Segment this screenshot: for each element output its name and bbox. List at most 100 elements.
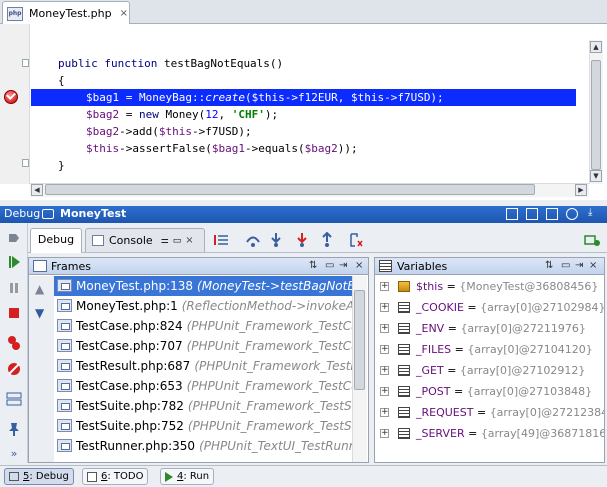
variable-row[interactable]: + _REQUEST = {array[0]@27212384} (376, 402, 604, 423)
force-step-into-icon[interactable] (294, 232, 310, 248)
frames-settings-icon[interactable]: ⇅ (309, 260, 317, 271)
debugger-settings-icon[interactable] (584, 232, 600, 248)
variable-row[interactable]: + $this = {MoneyTest@36808456} (376, 276, 604, 297)
frame-row[interactable]: MoneyTest.php:138(MoneyTest->testBagNotE… (54, 276, 352, 296)
settings-gear-icon[interactable] (566, 208, 578, 220)
variable-value: {array[0]@27211976} (460, 322, 586, 335)
step-out-icon[interactable] (319, 232, 335, 248)
code-line[interactable]: } (58, 157, 65, 174)
variable-row[interactable]: + _FILES = {array[0]@27104120} (376, 339, 604, 360)
step-over-icon[interactable] (245, 232, 261, 248)
frames-pin-icon[interactable]: ⇥ (339, 260, 347, 271)
todo-toolwindow-button[interactable]: 6 : TODO (82, 468, 149, 485)
frame-up-icon[interactable]: ▲ (35, 282, 44, 296)
frames-restore-icon[interactable]: ▭ (325, 260, 334, 271)
pin-icon[interactable] (546, 208, 558, 220)
hide-window-icon[interactable]: ⤓ (588, 208, 600, 220)
tab-console-label: Console (109, 234, 153, 247)
variable-row[interactable]: + _COOKIE = {array[0]@27102984} (376, 297, 604, 318)
console-close-icon[interactable]: × (185, 235, 193, 246)
close-icon[interactable]: × (120, 8, 128, 19)
code-line[interactable]: $bag2 = new Money(12, 'CHF'); (86, 106, 278, 123)
scroll-up-icon[interactable]: ▲ (590, 41, 602, 53)
run-toolwindow-label: : Run (183, 471, 210, 482)
fold-marker-icon[interactable] (22, 159, 29, 167)
expand-icon[interactable]: + (380, 345, 389, 354)
code-line-current[interactable]: $bag1 = MoneyBag::create($this->f12EUR, … (86, 89, 444, 106)
rerun-icon[interactable] (5, 229, 23, 247)
run-toolwindow-button[interactable]: 4 : Run (160, 468, 215, 485)
code-line[interactable]: $this->assertFalse($bag1->equals($bag2))… (86, 140, 358, 157)
code-line[interactable]: $bag2->add($this->f7USD); (86, 123, 252, 140)
console-options-icon[interactable]: ⚌ (161, 236, 169, 246)
layout-settings-icon[interactable] (5, 390, 23, 408)
expand-icon[interactable]: + (380, 387, 389, 396)
frame-row[interactable]: MoneyTest.php:1 (ReflectionMethod->invoke… (54, 296, 352, 316)
console-restore-icon[interactable]: ▭ (173, 236, 182, 246)
debug-toolwindow-button[interactable]: 5 : Debug (4, 468, 74, 485)
pause-icon[interactable] (5, 279, 23, 297)
float-mode-icon[interactable] (526, 208, 538, 220)
scroll-right-icon[interactable]: ▶ (575, 184, 587, 196)
run-icon (165, 471, 173, 482)
variables-pin-icon[interactable]: ⇥ (575, 260, 583, 271)
variables-restore-icon[interactable]: ▭ (561, 260, 570, 271)
editor-tab-moneytest[interactable]: php MoneyTest.php × (2, 1, 130, 25)
variables-header: Variables ⇅ ▭ ⇥ × (375, 258, 604, 275)
expand-icon[interactable]: + (380, 303, 389, 312)
variable-row[interactable]: + _GET = {array[0]@27102912} (376, 360, 604, 381)
frame-row[interactable]: TestRunner.php:350 (PHPUnit_TextUI_TestRu… (54, 436, 352, 456)
stop-icon[interactable] (5, 304, 23, 322)
expand-icon[interactable]: + (380, 429, 389, 438)
frame-row[interactable]: TestCase.php:707 (PHPUnit_Framework_TestC… (54, 336, 352, 356)
expand-icon[interactable]: + (380, 282, 389, 291)
editor-horizontal-scroll-thumb[interactable] (45, 184, 535, 195)
scroll-left-icon[interactable]: ◀ (31, 184, 43, 196)
scroll-down-icon[interactable]: ▼ (590, 170, 602, 182)
frame-file: TestCase.php:653 (76, 379, 183, 393)
frame-row[interactable]: TestCase.php:653 (PHPUnit_Framework_TestC… (54, 376, 352, 396)
variables-settings-icon[interactable]: ⇅ (545, 260, 553, 271)
variable-name: $this (416, 280, 444, 293)
frame-down-icon[interactable]: ▼ (35, 306, 44, 320)
variable-row[interactable]: + _SERVER = {array[49]@36871816} (376, 423, 604, 444)
array-icon (398, 407, 410, 418)
tab-debug[interactable]: Debug (30, 228, 82, 253)
show-execution-point-icon[interactable] (213, 232, 229, 248)
resume-icon[interactable] (5, 253, 23, 271)
frame-row[interactable]: TestSuite.php:752 (PHPUnit_Framework_Test… (54, 416, 352, 436)
variables-close-icon[interactable]: × (589, 260, 597, 271)
expand-icon[interactable]: + (380, 324, 389, 333)
frame-icon (57, 279, 72, 292)
mute-breakpoints-icon[interactable] (5, 360, 23, 378)
variable-value: {array[0]@27102912} (459, 364, 586, 377)
code-line[interactable]: { (58, 72, 65, 89)
step-into-icon[interactable] (268, 232, 284, 248)
variable-value: {array[0]@27102984} (480, 301, 604, 314)
object-icon (398, 281, 410, 292)
tab-console[interactable]: Console ⚌ ▭ × (85, 228, 205, 252)
expand-icon[interactable]: + (380, 366, 389, 375)
variable-row[interactable]: + _ENV = {array[0]@27211976} (376, 318, 604, 339)
pin-tab-icon[interactable] (5, 420, 23, 438)
view-breakpoints-icon[interactable] (5, 334, 23, 352)
evaluate-expression-icon[interactable] (348, 232, 364, 248)
frame-row[interactable]: TestCase.php:824 (PHPUnit_Framework_TestC… (54, 316, 352, 336)
frame-icon (57, 339, 72, 352)
variable-row[interactable]: + _POST = {array[0]@27103848} (376, 381, 604, 402)
frame-file: TestCase.php:707 (76, 339, 183, 353)
expand-icon[interactable]: + (380, 408, 389, 417)
debug-tool-window-title: Debug MoneyTest ⤓ (0, 206, 607, 223)
fold-marker-icon[interactable] (22, 59, 29, 67)
frames-close-icon[interactable]: × (355, 260, 363, 271)
code-line[interactable]: public function testBagNotEquals() (58, 55, 283, 72)
restore-layout-icon[interactable] (506, 208, 518, 220)
frame-file: TestSuite.php:752 (76, 419, 184, 433)
frame-row[interactable]: TestResult.php:687 (PHPUnit_Framework_Tes… (54, 356, 352, 376)
more-actions-icon[interactable]: » (5, 444, 23, 462)
editor-vertical-scroll-thumb[interactable] (591, 60, 601, 170)
frame-row[interactable]: TestSuite.php:782 (PHPUnit_Framework_Test… (54, 396, 352, 416)
frame-context: (PHPUnit_Framework_TestSuite-> (187, 399, 352, 413)
frame-icon (57, 379, 72, 392)
frames-scroll-thumb[interactable] (354, 290, 365, 390)
